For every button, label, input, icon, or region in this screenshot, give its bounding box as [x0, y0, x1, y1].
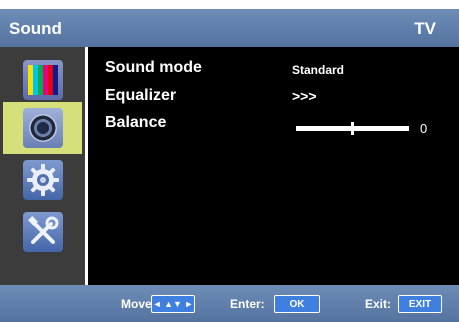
- enter-key: OK: [274, 295, 320, 313]
- source-indicator: TV: [414, 19, 436, 38]
- picture-color-bar: [52, 65, 58, 95]
- category-sidebar: [0, 47, 85, 285]
- menu-header: Sound TV: [0, 9, 459, 47]
- gear-icon: [22, 160, 63, 200]
- speaker-icon: [22, 108, 63, 148]
- move-key: ◄ ▲▼ ►: [151, 295, 195, 313]
- exit-hint-label: Exit:: [365, 297, 392, 311]
- exit-key: EXIT: [398, 295, 442, 313]
- sound-mode-label: Sound mode: [105, 59, 202, 76]
- sound-mode-value: Standard: [292, 63, 345, 77]
- menu-title: Sound: [9, 19, 62, 38]
- enter-hint-label: Enter:: [230, 297, 265, 311]
- sidebar-item-setup[interactable]: [3, 154, 82, 206]
- balance-slider[interactable]: [296, 122, 409, 135]
- picture-icon: [22, 60, 63, 100]
- balance-value: 0: [420, 121, 428, 136]
- balance-slider-thumb[interactable]: [351, 122, 354, 135]
- key-hint-bar: Move: ◄ ▲▼ ► Enter: OK Exit: EXIT: [0, 285, 459, 322]
- equalizer-value: >>>: [292, 88, 317, 104]
- sidebar-item-picture[interactable]: [3, 54, 82, 106]
- sidebar-divider: [85, 47, 88, 285]
- sidebar-item-tools[interactable]: [3, 206, 82, 258]
- equalizer-label: Equalizer: [105, 87, 177, 104]
- tv-sound-menu: Sound TV Sound mode Standard Equalizer >…: [0, 0, 459, 322]
- tools-icon: [22, 212, 63, 252]
- balance-label: Balance: [105, 114, 167, 131]
- sidebar-item-sound[interactable]: [3, 102, 82, 154]
- menu-panel: Sound mode Standard Equalizer >>> Balanc…: [0, 47, 459, 285]
